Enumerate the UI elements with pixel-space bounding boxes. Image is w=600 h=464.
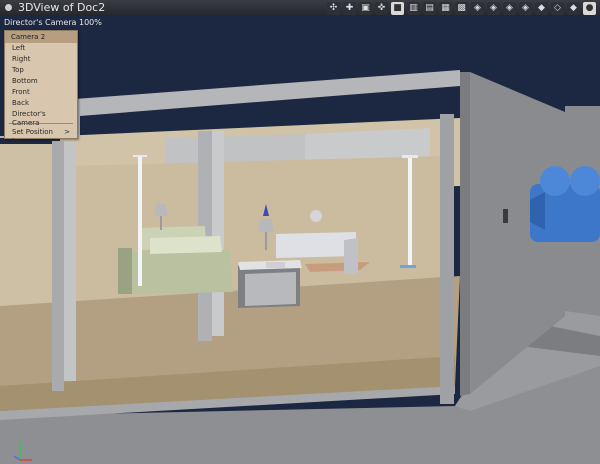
sofa-arm-left: [118, 248, 132, 294]
side-table-inner: [245, 272, 296, 306]
set-position-label: Set Position to...: [12, 128, 53, 145]
window-menu-icon[interactable]: [5, 4, 12, 11]
column-left-1: [52, 141, 64, 391]
camera-menu: Camera 2 Left Right Top Bottom Front Bac…: [4, 30, 78, 145]
title-bar: 3DView of Doc2 ✣ ✚ ▣ ✜ ■ ▥ ▤ ▦ ▩ ◈ ◈ ◈ ◈…: [0, 0, 600, 17]
submenu-arrow-icon: >: [64, 128, 70, 136]
view-toolbar: ✣ ✚ ▣ ✜ ■ ▥ ▤ ▦ ▩ ◈ ◈ ◈ ◈ ◆ ◇ ◆ ●: [327, 1, 596, 15]
sphere-icon[interactable]: ●: [583, 1, 596, 15]
right-wall-edge: [460, 72, 470, 396]
sofa-cushion: [150, 236, 222, 254]
sofa-base: [118, 250, 233, 294]
menu-item-back[interactable]: Back: [5, 98, 77, 109]
floor-lamp-head-left: [133, 155, 147, 157]
nav-3-icon[interactable]: ◈: [503, 1, 516, 15]
view-toggle-icon[interactable]: ▣: [359, 1, 372, 15]
wall-switch: [503, 209, 508, 223]
shade-cube-icon[interactable]: ◆: [567, 1, 580, 15]
left-room-wall: [0, 144, 60, 316]
nav-2-icon[interactable]: ◈: [487, 1, 500, 15]
camera-label[interactable]: Director's Camera 100%: [4, 18, 102, 27]
lamp-stem-right: [265, 232, 267, 250]
nav-4-icon[interactable]: ◈: [519, 1, 532, 15]
menu-item-front[interactable]: Front: [5, 87, 77, 98]
menu-item-right[interactable]: Right: [5, 54, 77, 65]
wire-cube-icon[interactable]: ◇: [551, 1, 564, 15]
floor-lamp-pole-left: [138, 156, 142, 286]
camera-menu-header[interactable]: Camera 2: [5, 31, 77, 43]
vase-ball: [310, 210, 322, 222]
three-view-icon[interactable]: ▤: [423, 1, 436, 15]
two-view-icon[interactable]: ▥: [407, 1, 420, 15]
window-title: 3DView of Doc2: [18, 1, 106, 14]
console-shadow: [266, 262, 285, 268]
column-left-2: [64, 141, 76, 381]
floor-lamp-base-right: [400, 265, 416, 268]
floor-lamp-pole-right: [408, 156, 412, 266]
zoom-icon[interactable]: ✚: [343, 1, 356, 15]
column-middle-face: [212, 131, 224, 336]
menu-item-set-position[interactable]: Set Position to... >: [5, 127, 77, 145]
single-view-icon[interactable]: ■: [391, 1, 404, 15]
3d-viewport[interactable]: [0, 16, 600, 464]
camera-reel-1: [540, 166, 570, 196]
floor-lamp-head-right: [402, 155, 418, 158]
column-right: [440, 114, 454, 404]
four-view-icon[interactable]: ▦: [439, 1, 452, 15]
rotate-icon[interactable]: ✜: [375, 1, 388, 15]
menu-item-directors-camera[interactable]: Director's Camera: [5, 109, 77, 127]
lamp-stem-left: [160, 216, 162, 230]
camera-reel-2: [570, 166, 600, 196]
menu-item-bottom[interactable]: Bottom: [5, 76, 77, 87]
menu-item-left[interactable]: Left: [5, 43, 77, 54]
nav-1-icon[interactable]: ◈: [471, 1, 484, 15]
menu-item-top[interactable]: Top: [5, 65, 77, 76]
solid-cube-icon[interactable]: ◆: [535, 1, 548, 15]
3d-view-window: 3DView of Doc2 ✣ ✚ ▣ ✜ ■ ▥ ▤ ▦ ▩ ◈ ◈ ◈ ◈…: [0, 0, 600, 464]
quad-view-icon[interactable]: ▩: [455, 1, 468, 15]
lasso-select-icon[interactable]: ✣: [327, 1, 340, 15]
console-leg: [344, 238, 358, 274]
